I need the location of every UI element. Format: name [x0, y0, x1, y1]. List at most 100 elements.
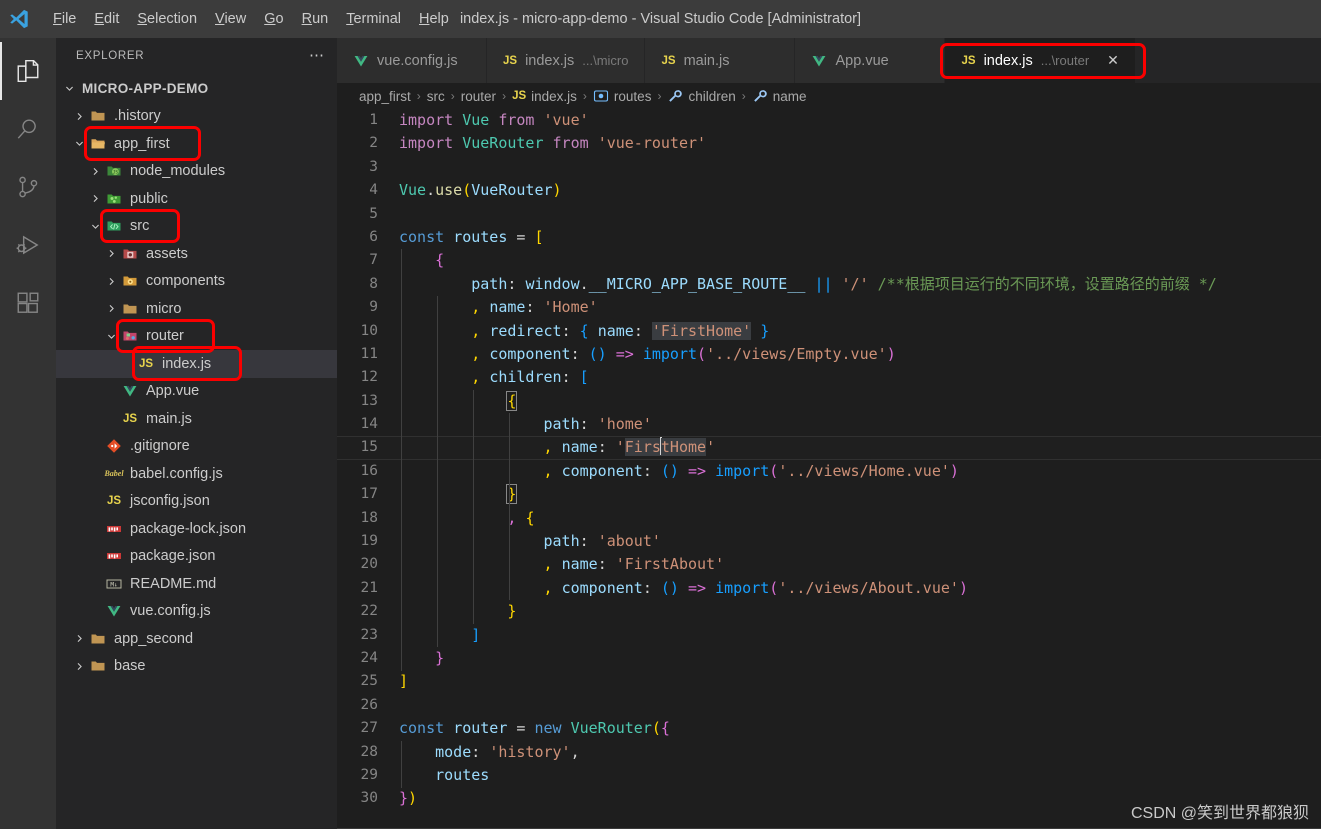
tree-item-readme-md[interactable]: M↓ README.md: [56, 570, 337, 598]
code-line-text: ]: [399, 672, 409, 691]
code-line-17[interactable]: 17 }: [337, 483, 1321, 506]
menu-go[interactable]: Go: [255, 7, 292, 31]
tree-item-micro[interactable]: micro: [56, 295, 337, 323]
explorer-more-actions-icon[interactable]: ⋯: [309, 48, 325, 63]
chevron-down-icon[interactable]: [62, 83, 77, 94]
code-line-28[interactable]: 28 mode: 'history',: [337, 741, 1321, 764]
code-line-12[interactable]: 12 , children: [: [337, 366, 1321, 389]
code-line-7[interactable]: 7 {: [337, 249, 1321, 272]
code-line-20[interactable]: 20 , name: 'FirstAbout': [337, 553, 1321, 576]
breadcrumb[interactable]: app_first › src › router › JS index.js › routes › c…: [337, 83, 1321, 109]
code-line-16[interactable]: 16 , component: () => import('../views/H…: [337, 460, 1321, 483]
editor-tab-2[interactable]: JS main.js: [645, 38, 796, 83]
chevron-down-icon[interactable]: [104, 331, 119, 342]
menu-run[interactable]: Run: [293, 7, 338, 31]
source-control-icon[interactable]: [0, 158, 56, 216]
editor-tab-bar[interactable]: vue.config.js JS index.js ...\micro JS main.j…: [337, 38, 1321, 83]
code-line-27[interactable]: 27 const router = new VueRouter({: [337, 717, 1321, 740]
breadcrumb-item-router[interactable]: router: [461, 89, 496, 104]
chevron-right-icon[interactable]: [72, 633, 87, 644]
menu-bar[interactable]: File Edit Selection View Go Run Terminal…: [44, 7, 458, 31]
code-line-15[interactable]: 15 , name: 'FirstHome': [337, 436, 1321, 461]
menu-view[interactable]: View: [206, 7, 255, 31]
code-line-29[interactable]: 29 routes: [337, 764, 1321, 787]
menu-edit[interactable]: Edit: [85, 7, 128, 31]
code-line-3[interactable]: 3: [337, 156, 1321, 179]
code-line-13[interactable]: 13 {: [337, 390, 1321, 413]
tree-item-components[interactable]: components: [56, 268, 337, 296]
menu-selection[interactable]: Selection: [128, 7, 206, 31]
code-line-5[interactable]: 5: [337, 203, 1321, 226]
editor-tab-4[interactable]: JS index.js ...\router ✕: [945, 38, 1136, 83]
file-tree[interactable]: MICRO-APP-DEMO .history app_first JS node_mo…: [56, 73, 337, 829]
code-line-26[interactable]: 26: [337, 694, 1321, 717]
explorer-icon[interactable]: [0, 42, 56, 100]
code-line-19[interactable]: 19 path: 'about': [337, 530, 1321, 553]
chevron-down-icon[interactable]: [72, 138, 87, 149]
tree-item-router[interactable]: router: [56, 323, 337, 351]
code-line-1[interactable]: 1 import Vue from 'vue': [337, 109, 1321, 132]
tree-item-base[interactable]: base: [56, 653, 337, 681]
chevron-right-icon[interactable]: [104, 303, 119, 314]
code-line-8[interactable]: 8 path: window.__MICRO_APP_BASE_ROUTE__ …: [337, 273, 1321, 296]
code-line-9[interactable]: 9 , name: 'Home': [337, 296, 1321, 319]
code-content[interactable]: 1 import Vue from 'vue' 2 import VueRouter …: [337, 109, 1321, 811]
code-line-22[interactable]: 22 }: [337, 600, 1321, 623]
tree-item-app-second[interactable]: app_second: [56, 625, 337, 653]
tree-root-micro-app-demo[interactable]: MICRO-APP-DEMO: [56, 75, 337, 103]
tree-item--history[interactable]: .history: [56, 103, 337, 131]
chevron-right-icon[interactable]: [72, 111, 87, 122]
tree-item-package-json[interactable]: package.json: [56, 543, 337, 571]
breadcrumb-item-app-first[interactable]: app_first: [359, 89, 411, 104]
tree-item-babel-config-js[interactable]: Babel babel.config.js: [56, 460, 337, 488]
code-line-24[interactable]: 24 }: [337, 647, 1321, 670]
code-line-21[interactable]: 21 , component: () => import('../views/A…: [337, 577, 1321, 600]
breadcrumb-item-children[interactable]: children: [667, 88, 736, 104]
menu-file[interactable]: File: [44, 7, 85, 31]
tree-item--gitignore[interactable]: .gitignore: [56, 433, 337, 461]
menu-help[interactable]: Help: [410, 7, 458, 31]
close-icon[interactable]: ✕: [1107, 52, 1119, 69]
code-line-4[interactable]: 4 Vue.use(VueRouter): [337, 179, 1321, 202]
breadcrumb-item-label: routes: [613, 88, 652, 104]
editor-tab-0[interactable]: vue.config.js: [337, 38, 487, 83]
tree-item-vue-config-js[interactable]: vue.config.js: [56, 598, 337, 626]
breadcrumb-item-routes[interactable]: routes: [593, 88, 652, 104]
tree-item-jsconfig-json[interactable]: JS jsconfig.json: [56, 488, 337, 516]
chevron-right-icon[interactable]: [88, 193, 103, 204]
code-editor[interactable]: 1 import Vue from 'vue' 2 import VueRouter …: [337, 109, 1321, 829]
tree-item-app-first[interactable]: app_first: [56, 130, 337, 158]
tree-item-index-js[interactable]: JS index.js: [56, 350, 337, 378]
code-line-14[interactable]: 14 path: 'home': [337, 413, 1321, 436]
chevron-right-icon[interactable]: [104, 276, 119, 287]
tree-item-package-lock-json[interactable]: package-lock.json: [56, 515, 337, 543]
js-file-icon: JS: [119, 413, 141, 425]
indent-guide-2: [473, 389, 475, 624]
breadcrumb-item-name[interactable]: name: [752, 88, 807, 104]
tree-item-assets[interactable]: assets: [56, 240, 337, 268]
code-line-6[interactable]: 6 const routes = [: [337, 226, 1321, 249]
code-line-11[interactable]: 11 , component: () => import('../views/E…: [337, 343, 1321, 366]
code-line-18[interactable]: 18 , {: [337, 507, 1321, 530]
editor-tab-1[interactable]: JS index.js ...\micro: [487, 38, 646, 83]
tree-item-main-js[interactable]: JS main.js: [56, 405, 337, 433]
tree-item-node-modules[interactable]: JS node_modules: [56, 158, 337, 186]
code-line-2[interactable]: 2 import VueRouter from 'vue-router': [337, 132, 1321, 155]
menu-terminal[interactable]: Terminal: [337, 7, 410, 31]
search-icon[interactable]: [0, 100, 56, 158]
run-debug-icon[interactable]: [0, 216, 56, 274]
code-line-23[interactable]: 23 ]: [337, 624, 1321, 647]
chevron-right-icon[interactable]: [72, 661, 87, 672]
breadcrumb-item-index-js[interactable]: JS index.js: [512, 89, 577, 104]
tree-item-src[interactable]: src: [56, 213, 337, 241]
code-line-25[interactable]: 25]: [337, 670, 1321, 693]
breadcrumb-item-src[interactable]: src: [427, 89, 445, 104]
extensions-icon[interactable]: [0, 274, 56, 332]
code-line-10[interactable]: 10 , redirect: { name: 'FirstHome' }: [337, 320, 1321, 343]
tree-item-app-vue[interactable]: App.vue: [56, 378, 337, 406]
chevron-down-icon[interactable]: [88, 221, 103, 232]
tree-item-public[interactable]: public: [56, 185, 337, 213]
editor-tab-3[interactable]: App.vue: [795, 38, 946, 83]
chevron-right-icon[interactable]: [104, 248, 119, 259]
chevron-right-icon[interactable]: [88, 166, 103, 177]
